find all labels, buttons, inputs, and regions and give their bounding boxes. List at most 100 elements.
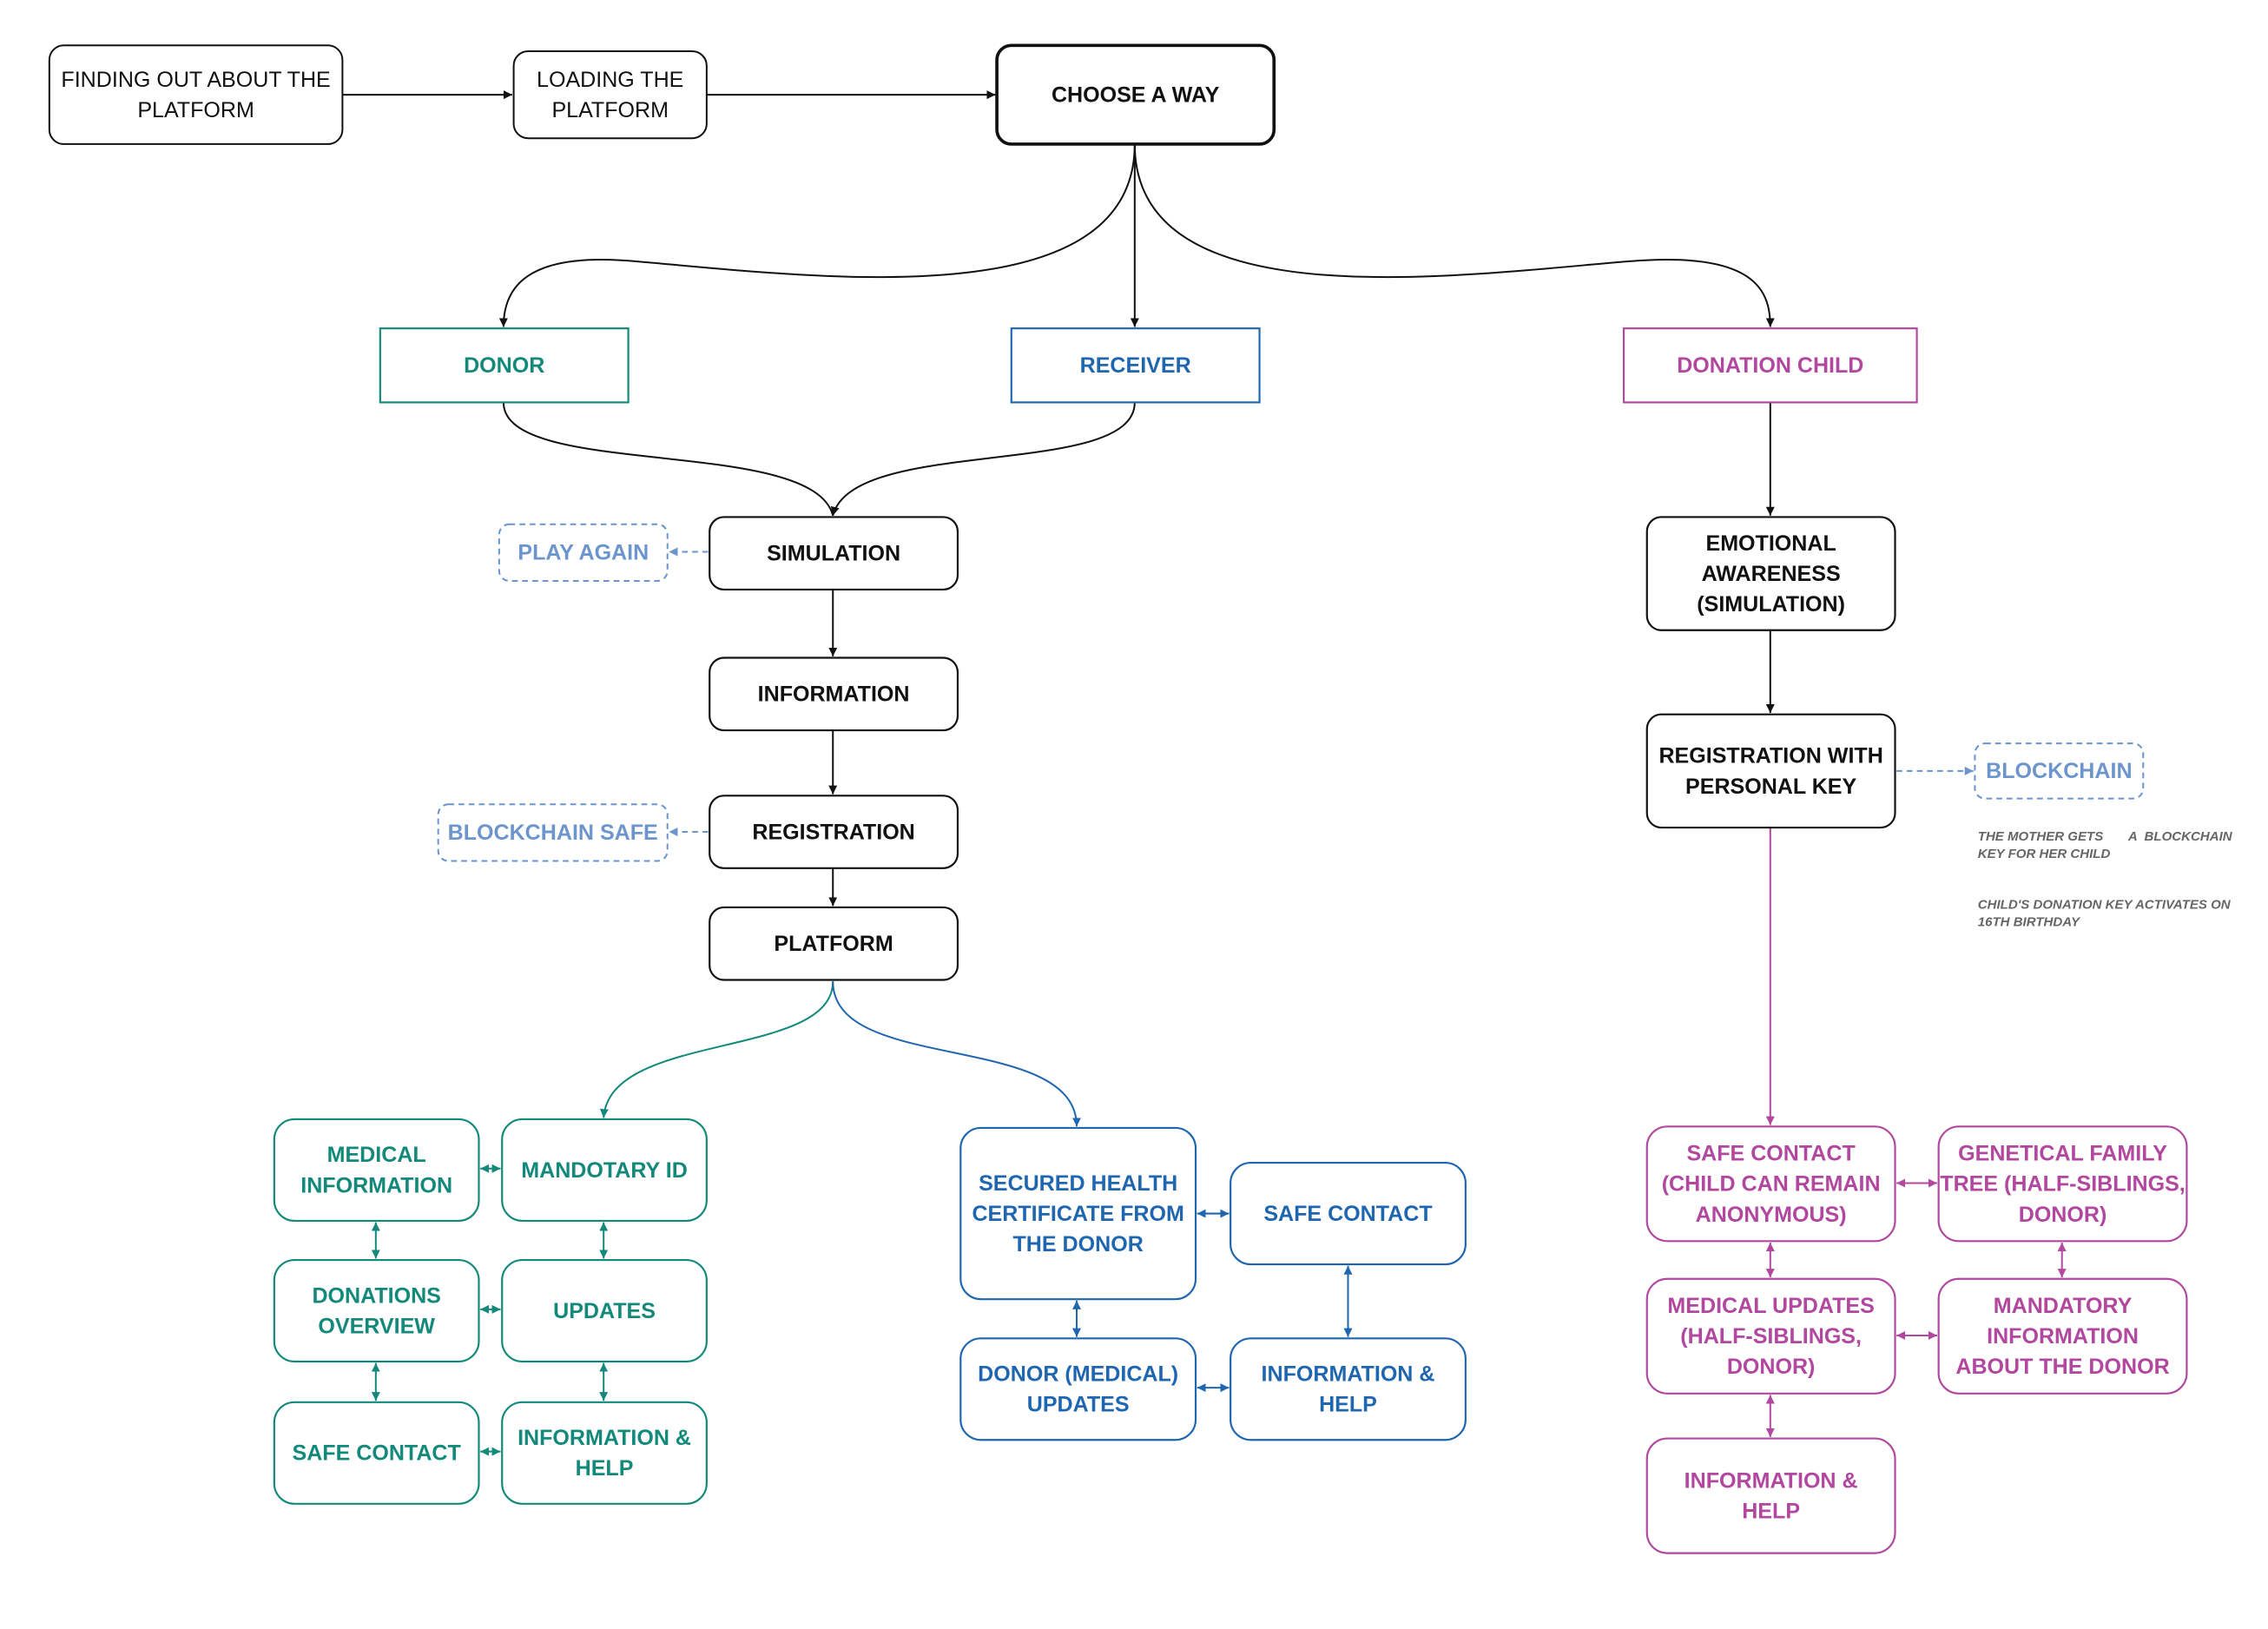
node-m-help: INFORMATION & HELP xyxy=(1645,1437,1896,1554)
node-blockchain: BLOCKCHAIN xyxy=(1974,742,2145,800)
note-mother-key-line1: THE MOTHER GETS A BLOCKCHAIN xyxy=(1978,829,2233,844)
node-label-line: OVERVIEW xyxy=(318,1314,435,1338)
node-label-line: SAFE CONTACT xyxy=(292,1441,461,1466)
nodes: FINDING OUT ABOUT THEPLATFORMLOADING THE… xyxy=(48,43,2188,1554)
node-t-mand: MANDOTARY ID xyxy=(501,1118,708,1223)
node-label-line: (SIMULATION) xyxy=(1697,592,1845,617)
note-activation-line2: 16TH BIRTHDAY xyxy=(1978,915,2081,930)
node-label-line: PLAY AGAIN xyxy=(518,541,649,565)
node-m-upd: MEDICAL UPDATES (HALF-SIBLINGS, DONOR) xyxy=(1645,1277,1896,1395)
node-label-line: INFORMATION & xyxy=(1685,1468,1858,1493)
node-find: FINDING OUT ABOUT THE PLATFORM xyxy=(48,44,344,145)
edge-receiver-sim xyxy=(830,402,1136,516)
node-box xyxy=(1645,1437,1896,1554)
edge-choose-donor xyxy=(498,143,1136,327)
node-info: INFORMATION xyxy=(709,656,959,732)
node-b-safe: SAFE CONTACT xyxy=(1230,1161,1467,1266)
node-label-line: HELP xyxy=(1319,1393,1377,1417)
node-b-upd: DONOR (MEDICAL) UPDATES xyxy=(959,1337,1197,1441)
node-label-line: CERTIFICATE FROM xyxy=(972,1202,1183,1226)
node-label-line: PLATFORM xyxy=(774,932,893,956)
node-label-line: REGISTRATION WITH xyxy=(1658,744,1882,768)
node-label-line: HELP xyxy=(1742,1500,1800,1524)
node-label-line: DONATIONS xyxy=(312,1283,440,1308)
flow-diagram: FINDING OUT ABOUT THEPLATFORMLOADING THE… xyxy=(48,43,2233,1554)
node-label-line: DONOR) xyxy=(2019,1203,2107,1227)
node-label-line: GENETICAL FAMILY xyxy=(1958,1142,2167,1166)
node-label-line: DONOR (MEDICAL) xyxy=(978,1362,1178,1387)
note-activation-line1: CHILD'S DONATION KEY ACTIVATES ON xyxy=(1978,898,2232,913)
node-box xyxy=(1645,713,1896,829)
node-label-line: DONOR) xyxy=(1727,1355,1816,1379)
edge-choose-dchild xyxy=(1133,143,1775,327)
edge-platform-blue xyxy=(832,981,1081,1127)
node-m-tree: GENETICAL FAMILY TREE (HALF-SIBLINGS, DONO… xyxy=(1937,1125,2188,1243)
node-label-line: INFORMATION & xyxy=(518,1426,691,1450)
node-emo: EMOTIONAL AWARENESS (SIMULATION) xyxy=(1645,516,1896,631)
node-sim: SIMULATION xyxy=(709,516,959,591)
node-label-line: EMOTIONAL xyxy=(1705,531,1836,556)
node-label-line: SAFE CONTACT xyxy=(1263,1202,1433,1226)
node-label-line: MEDICAL UPDATES xyxy=(1667,1294,1874,1318)
node-label-line: TREE (HALF-SIBLINGS, xyxy=(1940,1172,2185,1197)
node-label-line: (HALF-SIBLINGS, xyxy=(1680,1324,1862,1349)
node-label-line: DONOR xyxy=(464,353,544,378)
node-label-line: THE DONOR xyxy=(1013,1232,1144,1256)
node-bsafe: BLOCKCHAIN SAFE xyxy=(437,803,669,862)
node-t-don: DONATIONS OVERVIEW xyxy=(273,1258,480,1363)
node-box xyxy=(959,1337,1197,1441)
node-label-line: REGISTRATION xyxy=(752,820,914,844)
node-label-line: SIMULATION xyxy=(767,542,900,566)
node-label-line: MANDATORY xyxy=(1994,1294,2133,1318)
node-choose: CHOOSE A WAY xyxy=(995,43,1276,146)
node-label-line: SAFE CONTACT xyxy=(1686,1142,1856,1166)
node-dchild: DONATION CHILD xyxy=(1622,327,1918,404)
node-label-line: UPDATES xyxy=(553,1299,656,1323)
node-box xyxy=(1230,1337,1467,1441)
node-label-line: PLATFORM xyxy=(137,98,254,122)
node-label-line: BLOCKCHAIN SAFE xyxy=(448,821,658,845)
node-load: LOADING THE PLATFORM xyxy=(512,49,708,140)
node-label-line: DONATION CHILD xyxy=(1677,353,1863,378)
node-label-line: ANONYMOUS) xyxy=(1696,1203,1847,1227)
node-b-help: INFORMATION & HELP xyxy=(1230,1337,1467,1441)
node-regkey: REGISTRATION WITH PERSONAL KEY xyxy=(1645,713,1896,829)
node-platform: PLATFORM xyxy=(709,906,959,981)
node-t-upd: UPDATES xyxy=(501,1258,708,1363)
node-label-line: BLOCKCHAIN xyxy=(1986,759,2132,783)
node-box xyxy=(512,49,708,140)
node-receiver: RECEIVER xyxy=(1010,327,1261,404)
note-mother-key-line2: KEY FOR HER CHILD xyxy=(1978,847,2111,861)
node-label-line: PERSONAL KEY xyxy=(1685,775,1856,799)
node-label-line: SECURED HEALTH xyxy=(979,1171,1177,1196)
node-label-line: MEDICAL xyxy=(327,1143,426,1167)
node-label-line: INFORMATION xyxy=(758,683,910,707)
node-label-line: ABOUT THE DONOR xyxy=(1955,1355,2169,1379)
node-label-line: CHOOSE A WAY xyxy=(1052,82,1220,107)
node-label-line: INFORMATION xyxy=(1987,1324,2139,1349)
node-donor: DONOR xyxy=(379,327,630,404)
node-t-med: MEDICAL INFORMATION xyxy=(273,1118,480,1223)
node-label-line: PLATFORM xyxy=(551,98,669,122)
node-playagain: PLAY AGAIN xyxy=(498,523,669,582)
node-box xyxy=(273,1258,480,1363)
node-label-line: INFORMATION & xyxy=(1262,1362,1435,1387)
node-m-safe: SAFE CONTACT (CHILD CAN REMAIN ANONYMOUS) xyxy=(1645,1125,1896,1243)
node-box xyxy=(501,1401,708,1505)
node-box xyxy=(273,1118,480,1223)
node-box xyxy=(48,44,344,145)
node-label-line: AWARENESS xyxy=(1702,562,1841,586)
node-t-safe: SAFE CONTACT xyxy=(273,1401,480,1505)
node-label-line: LOADING THE xyxy=(537,68,683,92)
edge-platform-teal xyxy=(599,981,834,1118)
node-label-line: INFORMATION xyxy=(300,1173,452,1197)
node-label-line: RECEIVER xyxy=(1080,353,1191,378)
node-t-help: INFORMATION & HELP xyxy=(501,1401,708,1505)
edge-donor-sim xyxy=(502,402,834,516)
node-b-cert: SECURED HEALTH CERTIFICATE FROM THE DONOR xyxy=(959,1126,1197,1301)
node-label-line: (CHILD CAN REMAIN xyxy=(1662,1172,1881,1197)
node-label-line: FINDING OUT ABOUT THE xyxy=(61,68,330,92)
node-label-line: UPDATES xyxy=(1027,1393,1130,1417)
node-label-line: HELP xyxy=(576,1456,634,1481)
node-m-mand: MANDATORY INFORMATION ABOUT THE DONOR xyxy=(1937,1277,2188,1395)
